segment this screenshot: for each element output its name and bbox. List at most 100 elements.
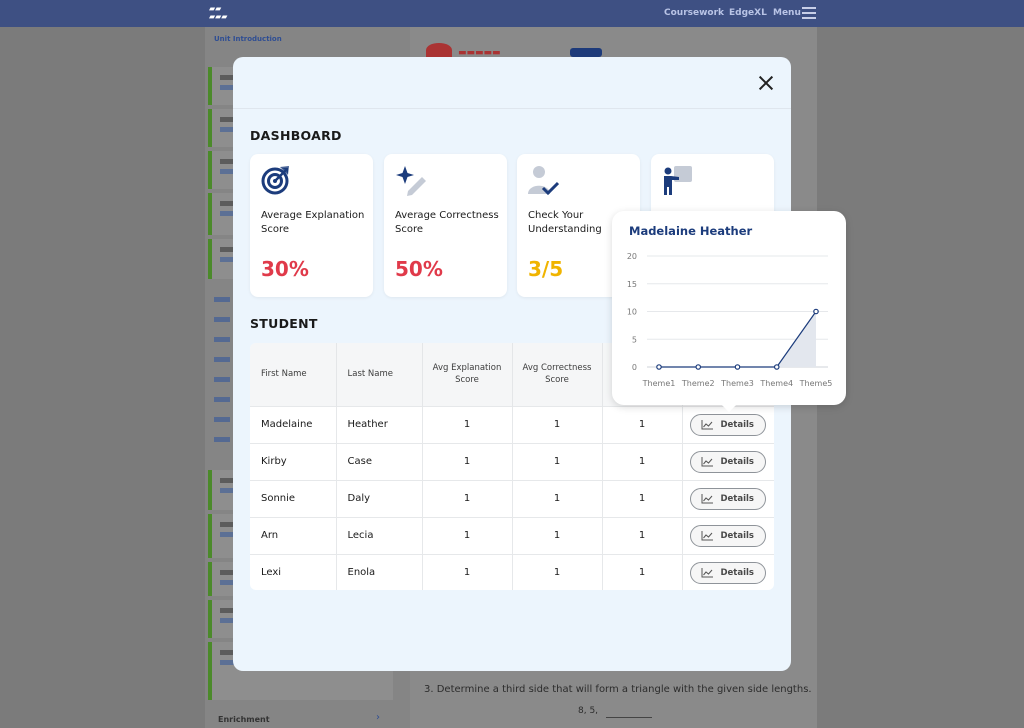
card-value: 30% bbox=[261, 257, 309, 281]
cell-first-name: Arn bbox=[250, 516, 337, 554]
card-label: Average Explanation Score bbox=[261, 210, 365, 235]
person-check-icon bbox=[528, 166, 559, 196]
cell-last-name: Case bbox=[336, 442, 423, 480]
sidebar-sub-item[interactable] bbox=[214, 377, 230, 382]
details-button[interactable]: Details bbox=[690, 487, 766, 510]
sidebar-sub-item[interactable] bbox=[214, 357, 230, 362]
table-row: Sonnie Daly 1 1 1 Details bbox=[250, 479, 774, 517]
lesson-badge bbox=[570, 48, 602, 57]
cell-avg-explanation: 1 bbox=[422, 553, 513, 590]
column-header-avg-correctness[interactable]: Avg Correctness Score bbox=[512, 343, 603, 406]
dashboard-title: DASHBOARD bbox=[250, 128, 342, 143]
student-title: STUDENT bbox=[250, 316, 318, 331]
chart-data-point bbox=[695, 364, 702, 370]
modal-header-divider bbox=[233, 108, 791, 109]
chart-data-point bbox=[734, 364, 741, 370]
cell-check-understanding: 1 bbox=[602, 553, 683, 590]
chevron-right-icon[interactable]: › bbox=[376, 712, 380, 723]
card-value: 3/5 bbox=[528, 257, 564, 281]
chart-x-tick-label: Theme1 bbox=[642, 379, 676, 388]
chart-y-tick-label: 0 bbox=[632, 363, 637, 372]
nav-edgexl[interactable]: EdgeXL bbox=[729, 8, 767, 18]
details-button[interactable]: Details bbox=[690, 561, 766, 584]
column-header-last-name[interactable]: Last Name bbox=[336, 343, 423, 406]
cell-last-name: Daly bbox=[336, 479, 423, 517]
cell-avg-explanation: 1 bbox=[422, 405, 513, 443]
answer-blank[interactable] bbox=[606, 717, 652, 718]
cell-first-name: Madelaine bbox=[250, 405, 337, 443]
details-button[interactable]: Details bbox=[690, 524, 766, 547]
nav-menu[interactable]: Menu bbox=[773, 8, 801, 18]
cell-check-understanding: 1 bbox=[602, 442, 683, 480]
sidebar-sub-item[interactable] bbox=[214, 297, 230, 302]
explanation-score-card: Average Explanation Score 30% bbox=[250, 154, 373, 297]
chart-data-point bbox=[656, 364, 662, 370]
cell-check-understanding: 1 bbox=[602, 479, 683, 517]
cell-check-understanding: 1 bbox=[602, 516, 683, 554]
chart-x-tick-label: Theme4 bbox=[759, 379, 793, 388]
table-row: Arn Lecia 1 1 1 Details bbox=[250, 516, 774, 554]
details-button-label: Details bbox=[720, 530, 754, 541]
chart-x-tick-label: Theme3 bbox=[720, 379, 754, 388]
sidebar-enrichment[interactable]: Enrichment bbox=[218, 715, 270, 724]
table-row: Lexi Enola 1 1 1 Details bbox=[250, 553, 774, 590]
cell-check-understanding: 1 bbox=[602, 405, 683, 443]
cell-avg-correctness: 1 bbox=[512, 516, 603, 554]
cell-last-name: Lecia bbox=[336, 516, 423, 554]
sidebar-sub-item[interactable] bbox=[214, 397, 230, 402]
line-chart-icon bbox=[701, 530, 714, 540]
cell-avg-correctness: 1 bbox=[512, 479, 603, 517]
cell-avg-explanation: 1 bbox=[422, 516, 513, 554]
sidebar-unit-introduction[interactable]: Unit Introduction bbox=[214, 35, 282, 43]
line-chart-icon bbox=[701, 567, 714, 578]
cell-avg-explanation: 1 bbox=[422, 479, 513, 517]
sidebar-sub-item[interactable] bbox=[214, 417, 230, 422]
app-logo[interactable]: ▰▰ ▰▰▰ bbox=[209, 5, 237, 21]
sidebar-sub-item[interactable] bbox=[214, 437, 230, 442]
cell-last-name: Enola bbox=[336, 553, 423, 590]
details-button-label: Details bbox=[720, 456, 754, 467]
nav-coursework[interactable]: Coursework bbox=[664, 8, 724, 18]
chart-x-tick-label: Theme2 bbox=[681, 379, 715, 388]
details-button[interactable]: Details bbox=[690, 450, 766, 473]
chart-y-tick-label: 5 bbox=[632, 335, 637, 344]
cell-avg-explanation: 1 bbox=[422, 442, 513, 480]
cell-avg-correctness: 1 bbox=[512, 405, 603, 443]
sidebar-sub-item[interactable] bbox=[214, 337, 230, 342]
line-chart-icon bbox=[701, 419, 714, 429]
sidebar-sub-item[interactable] bbox=[214, 317, 230, 322]
line-chart-icon bbox=[701, 456, 714, 466]
table-row: Madelaine Heather 1 1 1 Details bbox=[250, 405, 774, 443]
details-button-label: Details bbox=[720, 567, 754, 578]
your-turn-icon bbox=[426, 43, 452, 57]
line-chart-icon bbox=[701, 493, 714, 503]
target-icon bbox=[261, 166, 289, 195]
details-button[interactable]: Details bbox=[690, 413, 766, 436]
details-button-label: Details bbox=[720, 419, 754, 430]
cell-avg-correctness: 1 bbox=[512, 553, 603, 590]
correctness-score-card: Average Correctness Score 50% bbox=[384, 154, 507, 297]
table-row: Kirby Case 1 1 1 Details bbox=[250, 442, 774, 480]
chart-x-tick-label: Theme5 bbox=[799, 379, 833, 388]
theme-score-chart: 0 5 10 15 20 Theme1 Theme2 Theme3 Theme4 Theme5 bbox=[627, 252, 833, 388]
question-values: 8, 5, bbox=[578, 706, 599, 716]
column-header-first-name[interactable]: First Name bbox=[250, 343, 337, 406]
details-button-label: Details bbox=[720, 493, 754, 504]
card-value: 50% bbox=[395, 257, 443, 281]
column-header-avg-explanation[interactable]: Avg Explanation Score bbox=[422, 343, 513, 406]
chart-y-tick-label: 10 bbox=[627, 308, 637, 317]
cell-first-name: Sonnie bbox=[250, 479, 337, 517]
menu-icon[interactable] bbox=[802, 7, 816, 19]
student-chart-popover: Madelaine Heather 0 5 10 15 20 Theme1 Theme2 Th… bbox=[612, 211, 846, 405]
top-navigation-bar bbox=[0, 0, 1024, 27]
question-text: 3. Determine a third side that will form… bbox=[424, 684, 812, 695]
cell-first-name: Kirby bbox=[250, 442, 337, 480]
chart-data-point bbox=[773, 364, 780, 370]
chart-data-point bbox=[813, 308, 819, 315]
close-icon[interactable] bbox=[757, 74, 775, 92]
chart-y-tick-label: 15 bbox=[627, 280, 637, 289]
chart-y-tick-label: 20 bbox=[627, 252, 637, 261]
card-label: Average Correctness Score bbox=[395, 210, 499, 235]
presenter-icon bbox=[664, 166, 692, 195]
cell-avg-correctness: 1 bbox=[512, 442, 603, 480]
